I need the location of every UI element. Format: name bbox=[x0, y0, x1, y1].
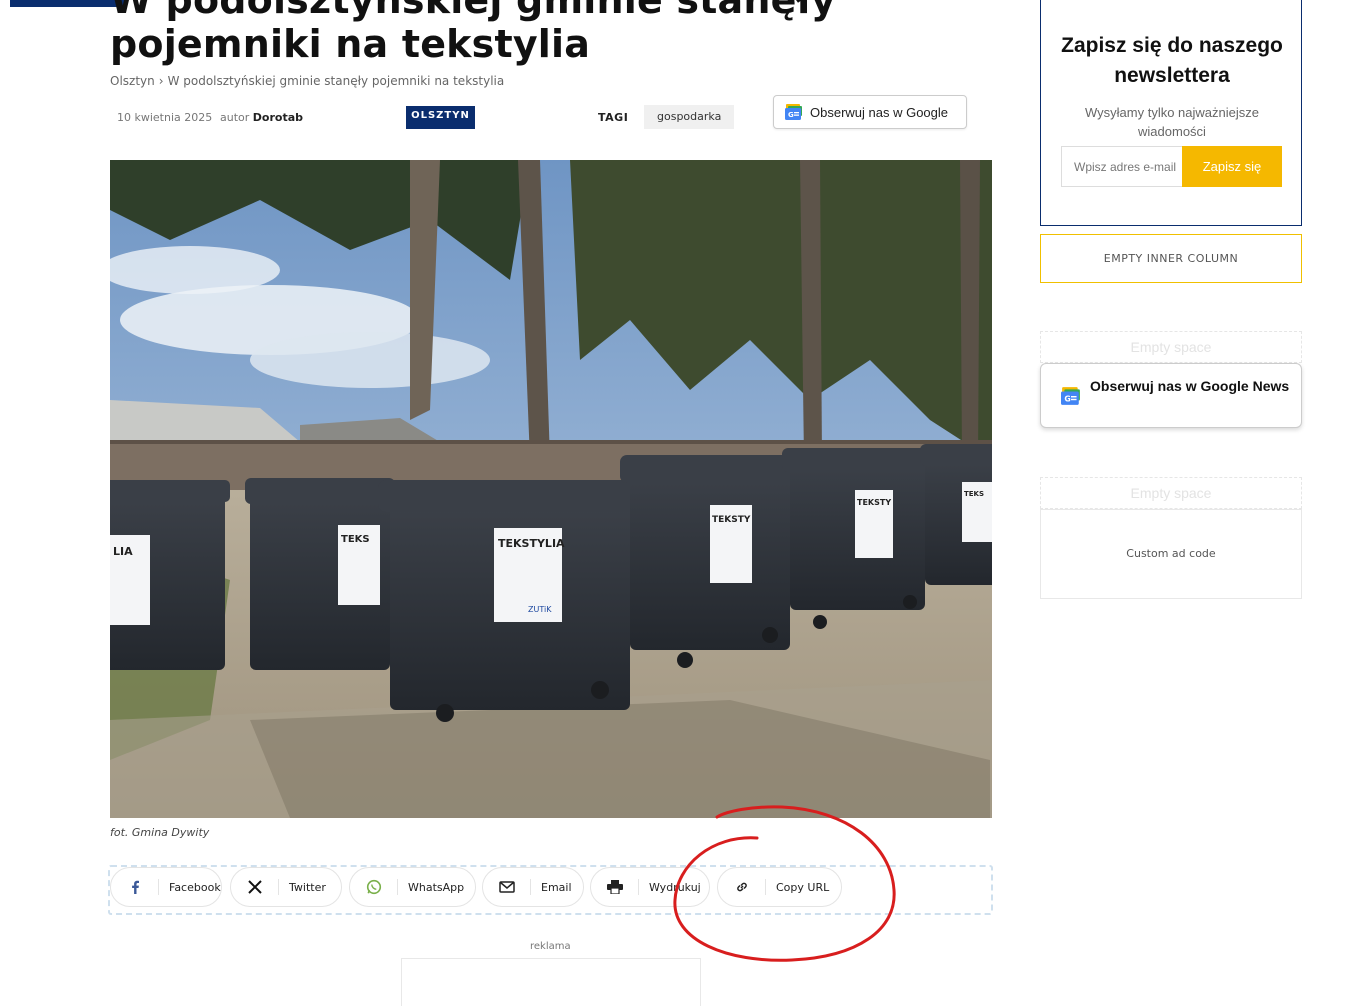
top-nav-bar bbox=[10, 0, 124, 7]
article-date: 10 kwietnia 2025 bbox=[117, 111, 213, 124]
google-news-follow-label: Obserwuj nas w Google News bbox=[1090, 378, 1290, 394]
share-print-button[interactable]: Wydrukuj bbox=[590, 867, 710, 907]
svg-text:LIA: LIA bbox=[113, 545, 133, 558]
article-author: autor Dorotab bbox=[220, 111, 303, 124]
share-twitter-label: Twitter bbox=[289, 880, 326, 894]
tag-link[interactable]: gospodarka bbox=[644, 105, 735, 129]
share-print-label: Wydrukuj bbox=[649, 880, 701, 894]
category-badge[interactable]: OLSZTYN bbox=[406, 106, 475, 129]
breadcrumb-current: W podolsztyńskiej gminie stanęły pojemni… bbox=[167, 74, 505, 88]
share-facebook-button[interactable]: Facebook bbox=[110, 867, 222, 907]
svg-text:TEKSTY: TEKSTY bbox=[712, 515, 751, 525]
share-copy-url-button[interactable]: Copy URL bbox=[717, 867, 842, 907]
newsletter-subtitle: Wysyłamy tylko najważniejsze wiadomości bbox=[1085, 105, 1259, 139]
empty-inner-column: EMPTY INNER COLUMN bbox=[1040, 234, 1302, 283]
ad-slot bbox=[401, 958, 701, 1006]
article-title-line-1: W podolsztyńskiej gminie stanęły bbox=[110, 0, 836, 22]
share-whatsapp-label: WhatsApp bbox=[408, 880, 465, 894]
google-news-follow-card[interactable]: G Obserwuj nas w Google News bbox=[1040, 363, 1302, 428]
x-twitter-icon bbox=[231, 879, 279, 895]
google-news-icon: G bbox=[785, 104, 803, 120]
breadcrumb-separator: › bbox=[158, 74, 164, 88]
article-title-line-2: pojemniki na tekstylia bbox=[110, 22, 591, 66]
empty-space-2: Empty space bbox=[1040, 477, 1302, 509]
article-photo: LIA TEKS TEKSTYLIA ZUTiK TEKSTY TEKSTY T… bbox=[110, 160, 992, 818]
svg-text:G: G bbox=[1064, 395, 1070, 404]
photo-bin-label: TEKSTYLIA bbox=[498, 537, 565, 550]
printer-icon bbox=[591, 879, 639, 895]
whatsapp-icon bbox=[350, 879, 398, 895]
newsletter-email-input[interactable] bbox=[1061, 146, 1182, 187]
share-facebook-label: Facebook bbox=[169, 880, 221, 894]
tags-label: TAGI bbox=[598, 111, 629, 124]
article-title: W podolsztyńskiej gminie stanęły pojemni… bbox=[110, 0, 1010, 66]
newsletter-title: Zapisz się do naszego newslettera bbox=[1061, 34, 1283, 87]
author-link[interactable]: Dorotab bbox=[253, 111, 303, 124]
google-follow-label: Obserwuj nas w Google bbox=[810, 104, 949, 120]
share-copy-url-label: Copy URL bbox=[776, 880, 830, 894]
link-icon bbox=[718, 879, 766, 895]
google-follow-button[interactable]: G Obserwuj nas w Google bbox=[773, 95, 967, 129]
photo-caption: fot. Gmina Dywity bbox=[110, 826, 210, 839]
svg-text:TEKS: TEKS bbox=[341, 534, 370, 545]
google-news-icon: G bbox=[1061, 387, 1081, 405]
breadcrumb-home-link[interactable]: Olsztyn bbox=[110, 74, 155, 88]
share-twitter-button[interactable]: Twitter bbox=[230, 867, 342, 907]
breadcrumb: Olsztyn › W podolsztyńskiej gminie stanęły… bbox=[110, 74, 504, 88]
newsletter-widget: Zapisz się do naszego newslettera Wysyła… bbox=[1040, 0, 1302, 226]
share-email-label: Email bbox=[541, 880, 572, 894]
empty-space-1: Empty space bbox=[1040, 331, 1302, 363]
facebook-icon bbox=[111, 879, 159, 895]
svg-text:TEKS: TEKS bbox=[964, 490, 984, 498]
share-email-button[interactable]: Email bbox=[482, 867, 584, 907]
ad-label: reklama bbox=[530, 941, 571, 952]
share-whatsapp-button[interactable]: WhatsApp bbox=[349, 867, 476, 907]
envelope-icon bbox=[483, 879, 531, 895]
svg-text:G: G bbox=[788, 111, 794, 119]
custom-ad-slot: Custom ad code bbox=[1040, 509, 1302, 599]
author-prefix: autor bbox=[220, 111, 250, 124]
svg-text:TEKSTY: TEKSTY bbox=[857, 498, 891, 507]
photo-bin-brand: ZUTiK bbox=[528, 605, 552, 614]
newsletter-subscribe-button[interactable]: Zapisz się bbox=[1182, 146, 1282, 187]
